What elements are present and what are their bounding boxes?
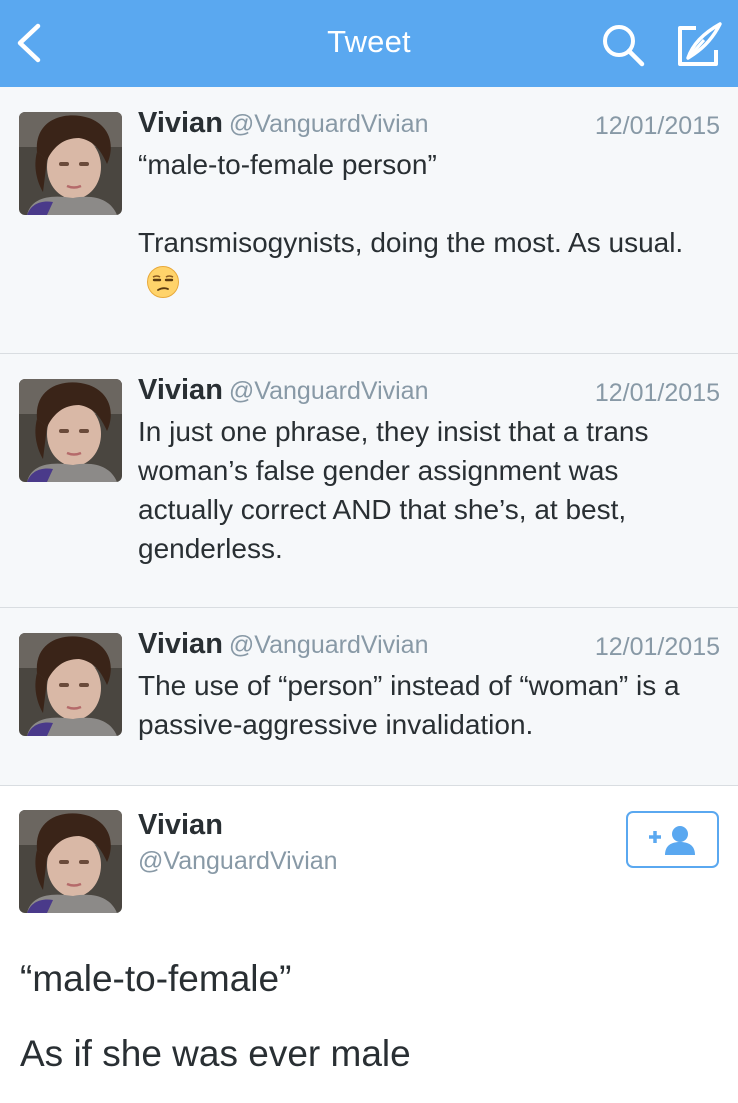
conversation-tweet[interactable]: Vivian @VanguardVivian 12/01/2015 “male-t… [0,87,738,354]
tweet-text-line: “male-to-female” [20,958,292,999]
avatar[interactable] [19,112,122,215]
display-name[interactable]: Vivian [138,374,223,406]
tweet-text: “male-to-female person” Transmisogynists… [138,145,708,301]
tweet-header: Vivian @VanguardVivian 12/01/2015 [138,628,720,668]
tweet-text-line-content: Transmisogynists, doing the most. As usu… [138,227,684,258]
nav-bar: Tweet [0,0,738,87]
display-name[interactable]: Vivian [138,107,223,139]
main-tweet: Vivian @VanguardVivian “male-to-female” … [0,787,738,1103]
compose-tweet-icon [678,22,722,66]
display-name[interactable]: Vivian [138,809,223,842]
avatar[interactable] [19,633,122,736]
username[interactable]: @VanguardVivian [229,377,429,405]
tweet-text: In just one phrase, they insist that a t… [138,416,649,564]
tweet-date: 12/01/2015 [594,112,720,140]
tweet-text-line: Transmisogynists, doing the most. As usu… [138,223,708,301]
unamused-face-emoji [147,266,179,298]
tweet-header: Vivian @VanguardVivian 12/01/2015 [138,107,720,147]
tweet-date: 12/01/2015 [594,633,720,661]
search-button[interactable] [600,22,646,68]
tweet-date: 12/01/2015 [594,379,720,407]
tweet-text-line: “male-to-female person” [138,149,437,180]
follow-user-icon [649,826,695,855]
search-icon [603,25,645,67]
follow-button[interactable] [626,811,719,868]
display-name[interactable]: Vivian [138,628,223,660]
conversation-tweet[interactable]: Vivian @VanguardVivian 12/01/2015 In just… [0,354,738,608]
username[interactable]: @VanguardVivian [138,847,338,876]
tweet-text-line: As if she was ever male [20,1033,411,1074]
username[interactable]: @VanguardVivian [229,631,429,659]
tweet-screen: Tweet Vivian @VanguardVivian 12/01/2015 … [0,0,738,1103]
main-tweet-text: “male-to-female” As if she was ever male [20,957,718,1075]
tweet-header: Vivian @VanguardVivian 12/01/2015 [138,374,720,414]
tweet-text: The use of “person” instead of “woman” i… [138,670,680,740]
compose-button[interactable] [674,20,726,68]
username[interactable]: @VanguardVivian [229,110,429,138]
conversation-tweet[interactable]: Vivian @VanguardVivian 12/01/2015 The use… [0,608,738,786]
avatar[interactable] [19,379,122,482]
avatar[interactable] [19,810,122,913]
